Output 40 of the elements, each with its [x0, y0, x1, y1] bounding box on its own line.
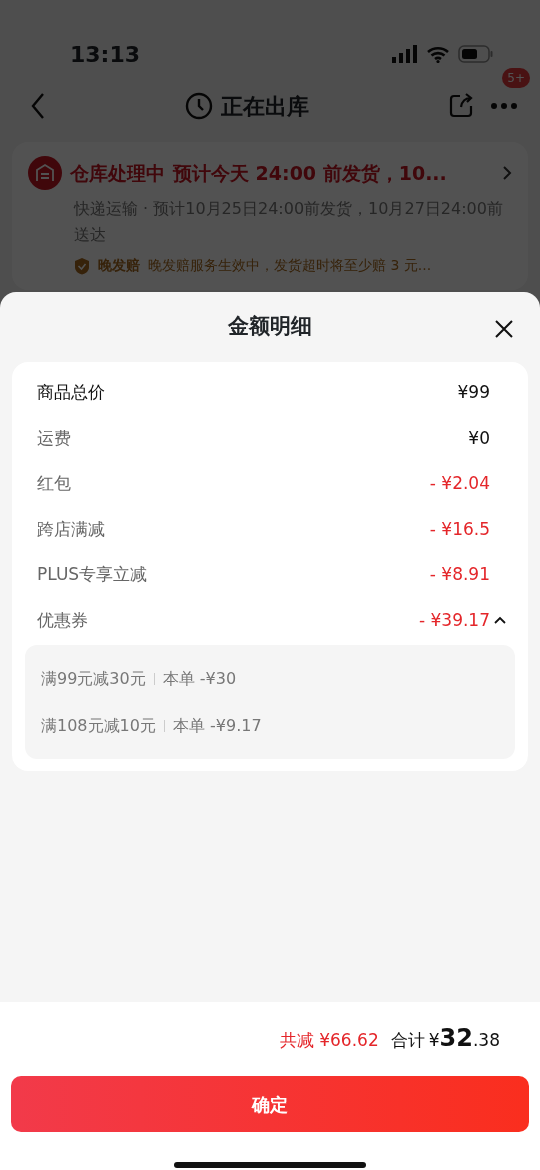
guarantee-label: 晚发赔: [98, 256, 140, 276]
share-icon[interactable]: [448, 93, 474, 119]
amount-label: 跨店满减: [37, 517, 105, 541]
close-icon: [494, 318, 514, 339]
total-discount: 共减 ¥66.62: [279, 1029, 379, 1052]
order-status: 仓库处理中: [70, 160, 165, 186]
coupon-amount: 本单 -¥30: [162, 667, 237, 690]
amount-label: PLUS专享立减: [37, 563, 148, 586]
warehouse-icon: [28, 156, 62, 190]
coupon-amount: 本单 -¥9.17: [172, 714, 262, 737]
amount-value: ¥99: [457, 381, 490, 404]
total-label: 合计: [390, 1029, 425, 1052]
battery-icon: [458, 45, 494, 63]
clock-icon: [185, 92, 213, 120]
notification-badge: 5+: [502, 68, 530, 88]
wifi-icon: [426, 45, 450, 63]
sheet-title: 金额明细: [228, 313, 312, 341]
amount-value: - ¥2.04: [429, 472, 490, 495]
amount-value: - ¥16.5: [429, 517, 490, 541]
page-title: 正在出库: [221, 92, 309, 121]
signal-icon: [392, 45, 418, 63]
shield-icon: [74, 256, 90, 275]
chevron-right-icon[interactable]: [502, 165, 512, 181]
coupon-rule: 满108元减10元: [41, 714, 156, 737]
amount-value: - ¥8.91: [429, 563, 490, 586]
back-icon[interactable]: [30, 92, 46, 120]
amount-value: ¥0: [468, 426, 490, 450]
caret-icon[interactable]: [494, 616, 506, 625]
more-icon[interactable]: [490, 102, 518, 110]
guarantee-text: 晚发赔服务生效中，发货超时将至少赔 3 元...: [148, 256, 432, 276]
coupon-rule: 满99元减30元: [41, 667, 146, 690]
amount-value: - ¥39.17: [418, 608, 490, 632]
amount-label: 商品总价: [37, 381, 105, 404]
amount-label: 红包: [37, 472, 71, 495]
amount-label: 运费: [37, 426, 71, 450]
status-time: 13:13: [70, 40, 141, 69]
total-amount: ¥32.38: [428, 1023, 500, 1054]
shipping-estimate: 预计今天 24:00 前发货，10...: [173, 160, 447, 186]
amount-label: 优惠券: [37, 608, 88, 632]
confirm-button[interactable]: 确定: [11, 1076, 529, 1132]
